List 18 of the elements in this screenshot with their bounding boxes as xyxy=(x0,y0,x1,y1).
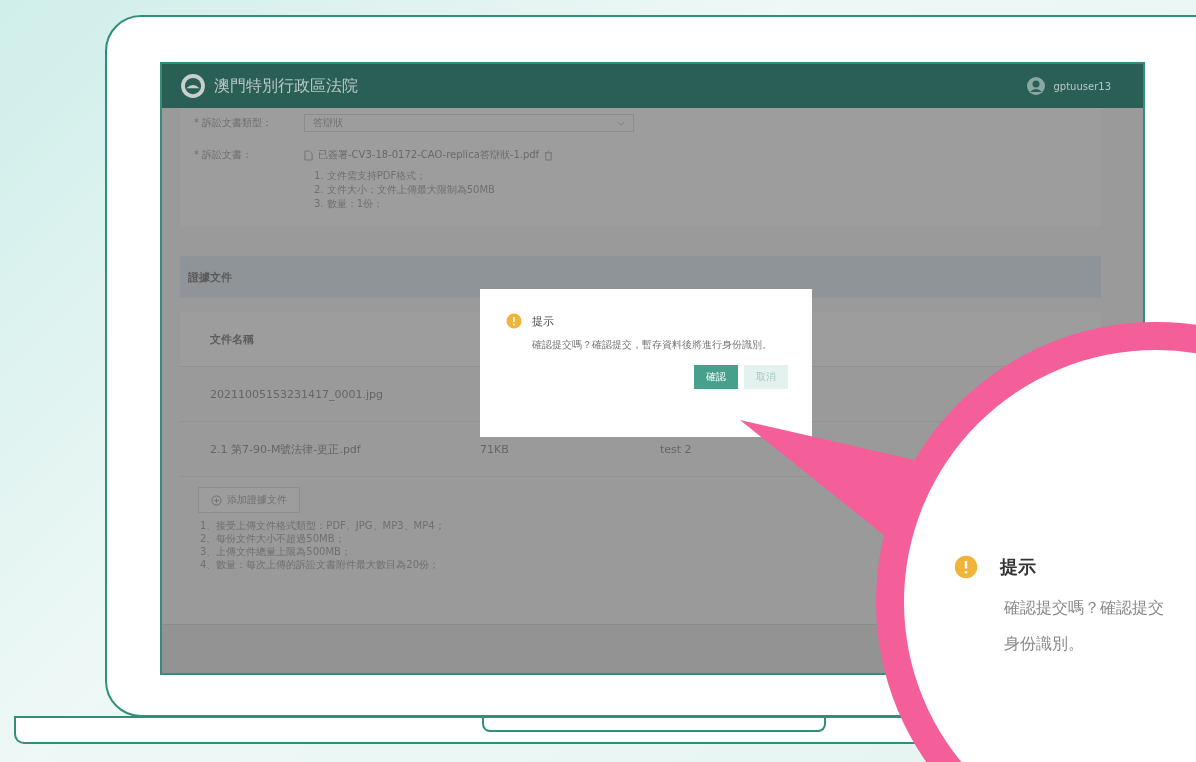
warning-icon xyxy=(954,555,978,579)
emblem-icon xyxy=(180,73,206,99)
dialog-title: 提示 xyxy=(532,313,554,329)
user-avatar-icon[interactable] xyxy=(1025,76,1046,96)
column-header: 文件名稱 xyxy=(210,331,255,347)
confirm-button[interactable]: 確認 xyxy=(694,365,738,389)
plus-icon xyxy=(211,494,222,506)
site-title: 澳門特別行政區法院 xyxy=(214,75,358,97)
magnified-message: 身份識別。 xyxy=(1003,633,1085,655)
dialog-message: 確認提交嗎？確認提交，暫存資料後將進行身份識別。 xyxy=(532,338,773,352)
section-title: 證據文件 xyxy=(188,269,232,285)
warning-icon xyxy=(506,313,522,329)
caret-icon xyxy=(617,120,625,126)
username[interactable]: gptuuser13 xyxy=(1053,80,1111,92)
delete-icon[interactable] xyxy=(544,149,554,161)
magnified-message: 確認提交嗎？確認提交 xyxy=(1003,597,1165,619)
magnified-title: 提示 xyxy=(1000,555,1036,579)
document-icon xyxy=(304,149,313,161)
